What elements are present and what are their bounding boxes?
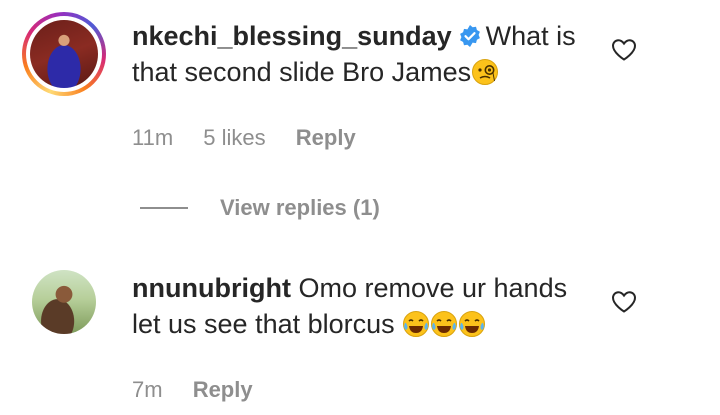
reply-button[interactable]: Reply xyxy=(296,125,356,150)
laughing-tears-icon xyxy=(458,310,486,338)
divider xyxy=(140,207,188,209)
comment-username[interactable]: nkechi_blessing_sunday xyxy=(132,21,452,51)
view-replies-label[interactable]: View replies (1) xyxy=(220,195,380,221)
laughing-tears-icon xyxy=(402,310,430,338)
face-with-monocle-icon xyxy=(471,58,499,86)
comment-body: nkechi_blessing_sunday What is that secon… xyxy=(132,18,602,90)
comment-time: 7m xyxy=(132,377,163,402)
avatar[interactable] xyxy=(32,270,96,334)
comment-time: 11m xyxy=(132,125,174,150)
laughing-tears-icon xyxy=(430,310,458,338)
comment-text-line2: that second slide Bro James xyxy=(132,57,472,87)
verified-badge-icon xyxy=(458,21,482,47)
comment-meta: 11m 5 likes Reply xyxy=(132,125,380,151)
comment-text-line1: What is xyxy=(485,21,576,51)
comment-likes[interactable]: 5 likes xyxy=(203,125,265,150)
story-ring-avatar[interactable] xyxy=(22,12,106,96)
comment-text-line2: let us see that blorcus xyxy=(132,309,395,339)
comment-username[interactable]: nnunubright xyxy=(132,273,291,303)
reply-button[interactable]: Reply xyxy=(193,377,253,402)
comment-body: nnunubright Omo remove ur hands let us s… xyxy=(132,270,602,342)
like-heart-icon[interactable] xyxy=(611,290,637,314)
comment-meta: 7m Reply xyxy=(132,377,277,403)
comment-text-line1: Omo remove ur hands xyxy=(298,273,568,303)
like-heart-icon[interactable] xyxy=(611,38,637,62)
view-replies-button[interactable]: View replies (1) xyxy=(140,195,380,221)
avatar xyxy=(30,20,98,88)
